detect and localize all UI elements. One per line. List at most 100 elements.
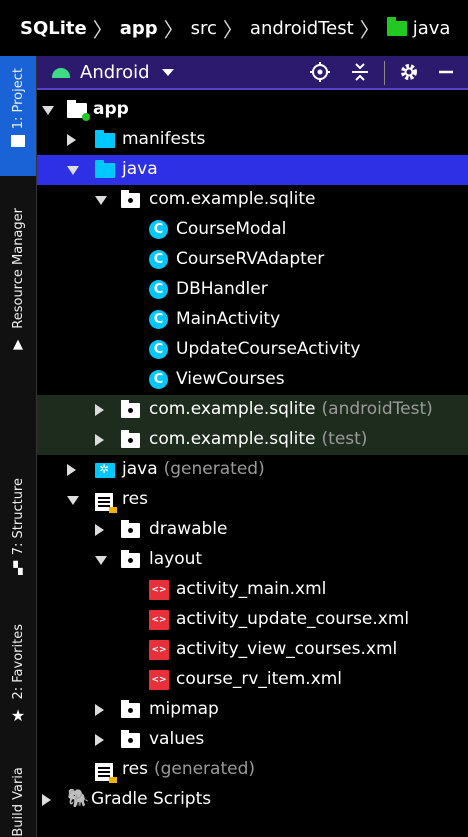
tree-item-name: activity_main.xml — [176, 579, 327, 599]
expand-right-icon[interactable] — [67, 134, 76, 146]
tree-item-qualifier: (test) — [321, 429, 368, 449]
tree-item-name: course_rv_item.xml — [176, 669, 343, 689]
tree-item[interactable]: layout — [37, 545, 468, 575]
tree-item-name: java — [122, 159, 158, 179]
tree-item[interactable]: <> activity_main.xml — [37, 575, 468, 605]
tree-item[interactable]: values — [37, 725, 468, 755]
expand-right-icon[interactable] — [95, 524, 104, 536]
xml-file-icon: <> — [149, 610, 169, 630]
breadcrumb-sourceset[interactable]: androidTest — [250, 18, 354, 39]
tree-item[interactable]: C CourseModal — [37, 215, 468, 245]
breadcrumb-java[interactable]: java — [413, 18, 451, 39]
tree-item[interactable]: res — [37, 485, 468, 515]
package-icon — [121, 400, 140, 418]
tree-item[interactable]: com.example.sqlite (test) — [37, 425, 468, 455]
tree-item-qualifier: (androidTest) — [321, 399, 433, 419]
tab-resource-manager-label: Resource Manager — [10, 208, 26, 329]
tree-item[interactable]: C CourseRVAdapter — [37, 245, 468, 275]
class-icon: C — [149, 340, 168, 359]
tree-item[interactable]: res (generated) — [37, 755, 468, 785]
tree-item-qualifier: (generated) — [153, 759, 256, 779]
chevron-down-icon[interactable] — [161, 68, 174, 76]
tree-item[interactable]: C DBHandler — [37, 275, 468, 305]
class-icon: C — [149, 250, 168, 269]
tree-item-qualifier: (generated) — [163, 459, 265, 479]
tab-favorites[interactable]: 2: Favorites ★ — [0, 624, 36, 725]
toolbar-divider — [384, 61, 385, 85]
res-folder-icon — [95, 763, 117, 783]
expand-right-icon[interactable] — [95, 734, 104, 746]
project-toolbar: Android — [37, 56, 468, 90]
tree-item-name: res — [122, 759, 148, 779]
expand-right-icon[interactable] — [42, 794, 51, 806]
breadcrumb-src[interactable]: src — [191, 18, 217, 39]
tree-item-label: course_rv_item.xml — [176, 669, 342, 689]
expand-right-icon[interactable] — [95, 704, 104, 716]
expand-right-icon[interactable] — [95, 404, 104, 416]
expand-down-icon[interactable] — [42, 106, 54, 115]
tab-build-variants[interactable]: Build Variants — [0, 768, 36, 837]
expand-down-icon[interactable] — [95, 556, 107, 565]
tree-item[interactable]: drawable — [37, 515, 468, 545]
package-icon — [121, 190, 140, 208]
xml-file-icon: <> — [149, 580, 169, 600]
tree-item-name: CourseModal — [176, 219, 287, 239]
tree-item-name: layout — [149, 549, 203, 569]
expand-down-icon[interactable] — [67, 496, 79, 505]
tab-project[interactable]: 1: Project — [0, 68, 36, 148]
expand-right-icon[interactable] — [67, 464, 76, 476]
tree-item-name: values — [149, 729, 205, 749]
chevron-right-icon: 〉 — [359, 17, 380, 42]
tab-resource-manager[interactable]: Resource Manager ▲ — [0, 208, 36, 352]
tree-item[interactable]: C ViewCourses — [37, 365, 468, 395]
collapse-all-icon[interactable] — [347, 56, 373, 88]
tab-structure[interactable]: 7: Structure ▚ — [0, 478, 36, 575]
tree-item[interactable]: com.example.sqlite — [37, 185, 468, 215]
tree-item[interactable]: <> course_rv_item.xml — [37, 665, 468, 695]
package-icon — [121, 520, 140, 538]
tree-item-label: manifests — [122, 129, 205, 149]
view-selector[interactable]: Android — [80, 62, 150, 83]
tree-item[interactable]: com.example.sqlite (androidTest) — [37, 395, 468, 425]
structure-icon: ▚ — [13, 561, 23, 576]
class-icon: C — [149, 370, 168, 389]
tree-item-label: res (generated) — [122, 759, 255, 779]
tree-item-label: DBHandler — [176, 279, 268, 299]
gear-icon[interactable] — [396, 56, 422, 88]
tree-item[interactable]: <> activity_update_course.xml — [37, 605, 468, 635]
tree-item-name: app — [93, 99, 129, 119]
tree-item[interactable]: 🐘 Gradle Scripts — [37, 785, 468, 815]
tree-item-name: drawable — [149, 519, 228, 539]
breadcrumb-module[interactable]: app — [120, 18, 158, 39]
navigation-breadcrumb: SQLite 〉 app 〉 src 〉 androidTest 〉 java — [0, 0, 468, 56]
tree-item[interactable]: app — [37, 95, 468, 125]
app-module-icon — [67, 100, 90, 121]
tree-item-label: mipmap — [149, 699, 219, 719]
locate-icon[interactable] — [307, 56, 333, 88]
minimize-icon[interactable] — [433, 56, 459, 88]
tree-item-name: activity_view_courses.xml — [176, 639, 398, 659]
expand-right-icon[interactable] — [95, 434, 104, 446]
folder-icon — [95, 130, 115, 148]
tree-item-name: MainActivity — [176, 309, 281, 329]
tree-item[interactable]: java — [37, 155, 468, 185]
tree-item-label: CourseRVAdapter — [176, 249, 324, 269]
android-icon — [52, 66, 70, 78]
tree-item[interactable]: manifests — [37, 125, 468, 155]
expand-down-icon[interactable] — [67, 166, 79, 175]
tree-item[interactable]: mipmap — [37, 695, 468, 725]
tree-item[interactable]: <> activity_view_courses.xml — [37, 635, 468, 665]
tree-item[interactable]: C MainActivity — [37, 305, 468, 335]
tree-item[interactable]: java(generated) — [37, 455, 468, 485]
tree-item-label: MainActivity — [176, 309, 280, 329]
class-icon: C — [149, 220, 168, 239]
tree-item-name: com.example.sqlite — [149, 189, 316, 209]
tree-item-label: activity_view_courses.xml — [176, 639, 397, 659]
chevron-right-icon: 〉 — [92, 17, 113, 42]
breadcrumb-project[interactable]: SQLite — [20, 18, 87, 39]
tree-item-label: activity_update_course.xml — [176, 609, 409, 629]
tree-item-name: java — [122, 459, 158, 479]
tree-item[interactable]: C UpdateCourseActivity — [37, 335, 468, 365]
expand-down-icon[interactable] — [95, 196, 107, 205]
tree-item-label: ViewCourses — [176, 369, 285, 389]
